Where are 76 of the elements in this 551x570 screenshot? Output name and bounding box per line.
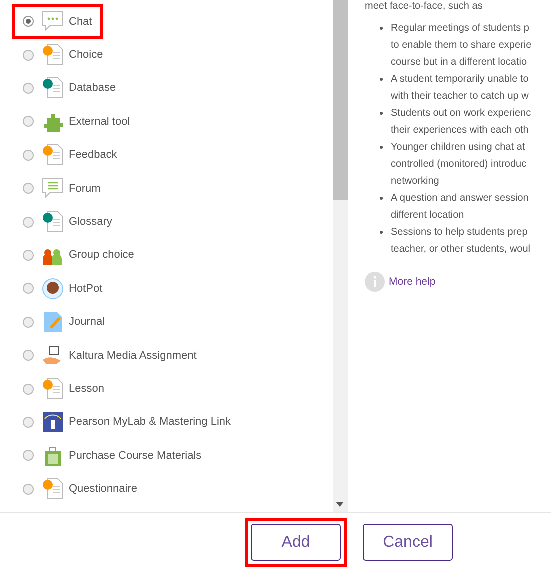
activity-label: Kaltura Media Assignment: [69, 350, 197, 362]
shopping-bag-icon: [42, 444, 64, 467]
bullet-icon: [380, 27, 383, 30]
bullet-icon: [380, 78, 383, 81]
help-text: A student temporarily unable to: [391, 73, 529, 87]
activity-label: External tool: [69, 116, 130, 128]
radio-button[interactable]: [23, 283, 34, 294]
cancel-button[interactable]: Cancel: [363, 524, 453, 561]
chat-bubble-icon: [42, 10, 64, 33]
help-text: with their teacher to catch up w: [391, 90, 529, 104]
scrollbar[interactable]: [333, 0, 348, 512]
help-text: networking: [391, 175, 440, 189]
scroll-down-icon[interactable]: [336, 502, 344, 507]
activity-option[interactable]: Database: [12, 70, 128, 106]
activity-option[interactable]: Kaltura Media Assignment: [12, 338, 208, 374]
help-text: A question and answer session: [391, 192, 529, 206]
speech-bubble-icon: [42, 178, 64, 200]
activity-label: Database: [69, 82, 116, 94]
radio-button[interactable]: [23, 82, 34, 94]
help-text: Regular meetings of students p: [391, 22, 530, 36]
activity-option[interactable]: Glossary: [12, 204, 124, 240]
bullet-icon: [380, 197, 383, 200]
bullet-icon: [380, 231, 383, 234]
more-help-link[interactable]: More help: [389, 276, 436, 288]
activity-label: Feedback: [69, 149, 118, 162]
activity-label: Group choice: [69, 249, 134, 262]
document-pencil-icon: [42, 311, 64, 334]
activity-label: Questionnaire: [69, 483, 138, 496]
radio-button[interactable]: [23, 16, 34, 28]
help-text: to enable them to share experie: [391, 39, 532, 53]
activity-option[interactable]: Journal: [12, 304, 116, 340]
help-text: teacher, or other students, woul: [391, 243, 531, 257]
help-text: Students out on work experienc: [391, 107, 532, 121]
activity-label: Chat: [69, 16, 92, 28]
activity-option[interactable]: Purchase Course Materials: [12, 438, 213, 474]
activity-option[interactable]: Group choice: [12, 238, 146, 273]
activity-option[interactable]: Pearson MyLab & Mastering Link: [12, 404, 242, 440]
activity-label: Choice: [69, 49, 104, 62]
help-text: meet face-to-face, such as: [365, 0, 484, 14]
activity-option[interactable]: HotPot: [12, 271, 114, 306]
activity-label: Glossary: [69, 216, 112, 228]
radio-button[interactable]: [23, 316, 34, 328]
activity-option[interactable]: External tool: [12, 104, 142, 140]
radio-button[interactable]: [23, 250, 34, 261]
radio-button[interactable]: [23, 484, 34, 495]
activity-label: Journal: [69, 316, 106, 328]
help-text: course but in a different locatio: [391, 56, 528, 70]
activity-option[interactable]: Forum: [12, 171, 112, 206]
activity-label: Forum: [69, 182, 101, 195]
activity-option[interactable]: Questionnaire: [12, 472, 148, 507]
bullet-icon: [380, 146, 383, 149]
add-button[interactable]: Add: [251, 524, 341, 561]
help-text: their experiences with each oth: [391, 124, 530, 138]
activity-label: Pearson MyLab & Mastering Link: [69, 416, 232, 428]
activity-option[interactable]: Chat: [12, 4, 104, 40]
radio-button[interactable]: [23, 183, 34, 194]
radio-button[interactable]: [23, 50, 34, 61]
radio-button[interactable]: [23, 384, 34, 394]
help-text: controlled (monitored) introduc: [391, 158, 527, 172]
radio-button[interactable]: [23, 116, 34, 128]
help-text: Sessions to help students prep: [391, 226, 529, 240]
radio-button[interactable]: [23, 150, 34, 161]
activity-option[interactable]: Lesson: [12, 372, 116, 406]
activity-option[interactable]: Choice: [12, 38, 114, 73]
activity-label: HotPot: [69, 282, 103, 295]
bullet-icon: [380, 112, 383, 115]
activity-option[interactable]: Feedback: [12, 138, 128, 173]
radio-button[interactable]: [23, 216, 34, 228]
radio-button[interactable]: [23, 350, 34, 362]
help-text: Younger children using chat at: [391, 141, 526, 155]
activity-label: Lesson: [69, 383, 104, 395]
info-icon: [365, 272, 385, 292]
radio-button[interactable]: [23, 450, 34, 462]
radio-button[interactable]: [23, 416, 34, 428]
help-text: different location: [391, 209, 466, 223]
activity-label: Purchase Course Materials: [69, 450, 202, 462]
